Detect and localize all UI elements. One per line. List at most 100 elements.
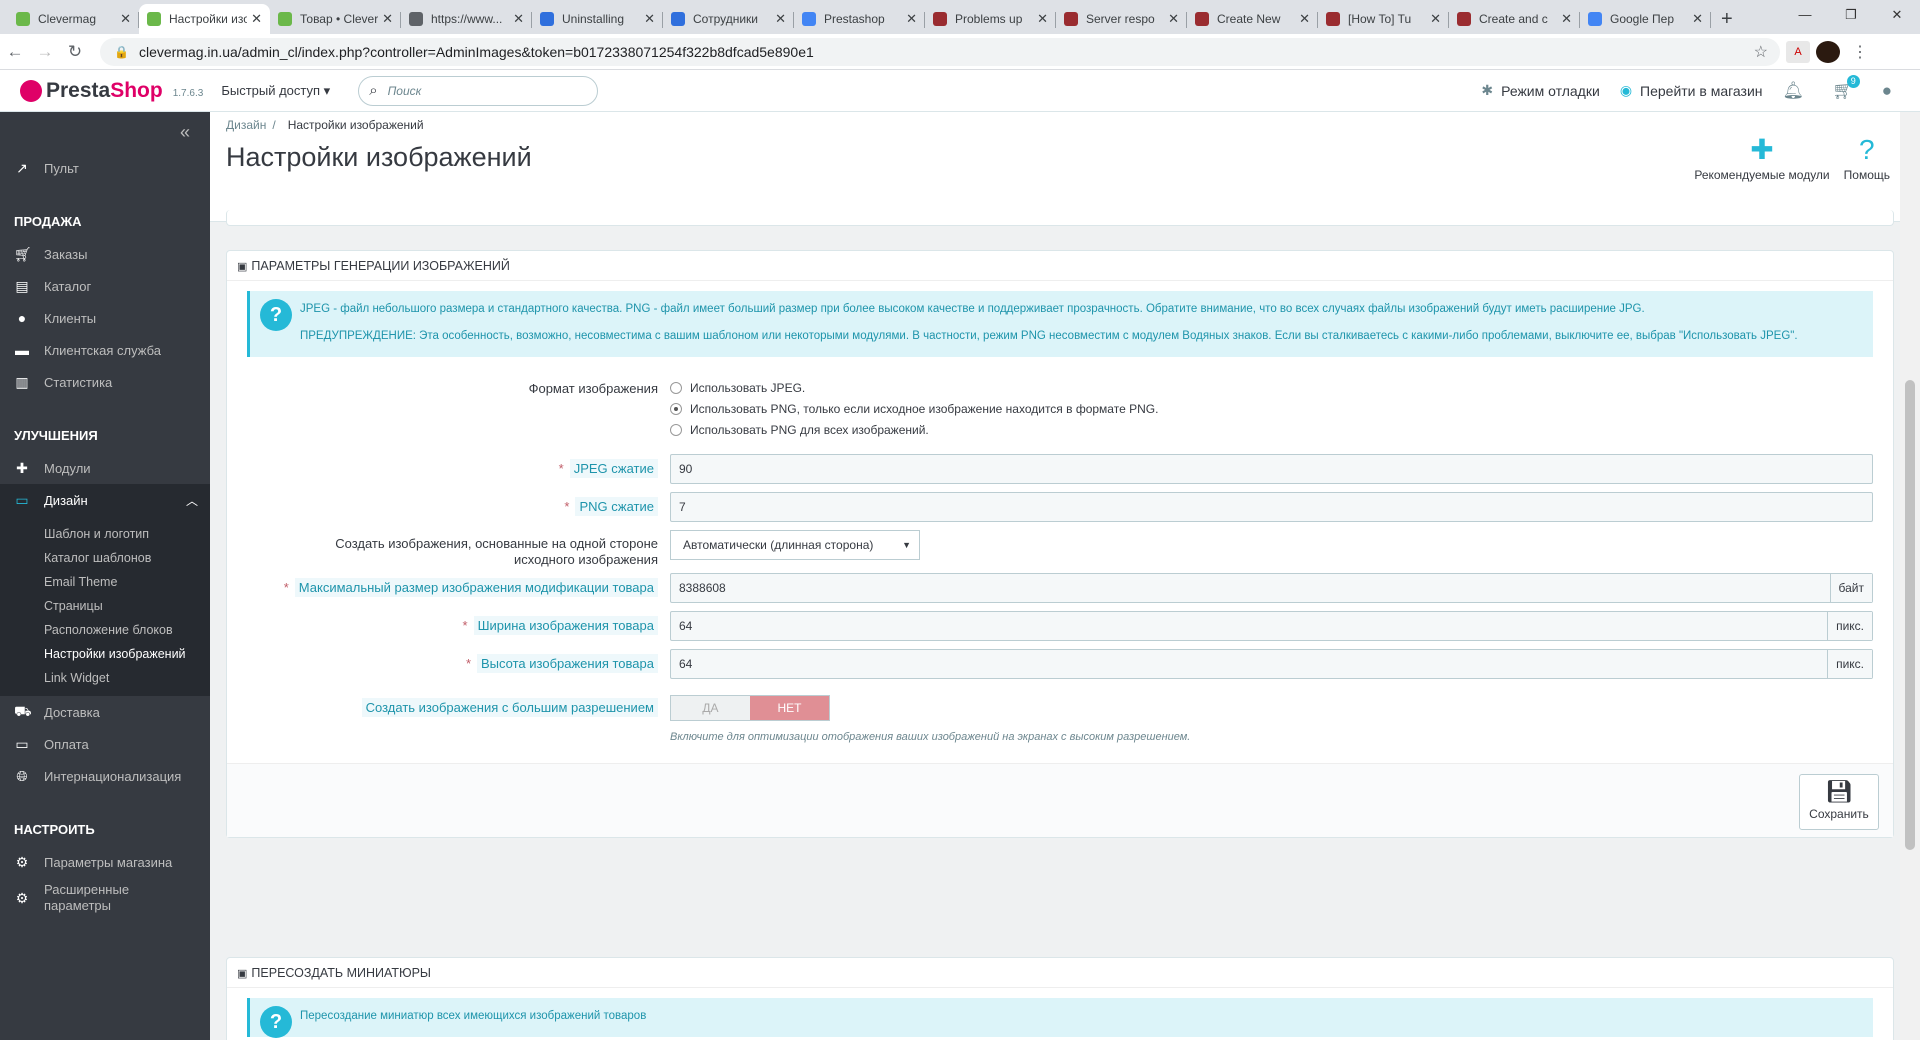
max-size-input[interactable]: 8388608 байт: [670, 573, 1873, 603]
browser-tab[interactable]: Create and c ✕: [1449, 4, 1580, 34]
png-quality-input[interactable]: 7: [670, 492, 1873, 522]
jpeg-quality-input[interactable]: 90: [670, 454, 1873, 484]
submenu-item-positions[interactable]: Расположение блоков: [0, 618, 210, 642]
browser-tab[interactable]: Сотрудники ✕: [663, 4, 794, 34]
pdf-extension-icon[interactable]: A: [1786, 40, 1810, 63]
reload-icon[interactable]: ↻: [60, 42, 90, 62]
prestashop-logo[interactable]: Presta Shop: [20, 79, 163, 103]
collapse-sidebar-icon[interactable]: «: [0, 112, 210, 152]
page-scrollbar[interactable]: [1900, 112, 1920, 1040]
globe-icon: 🌐︎: [16, 767, 28, 784]
submenu-item-link-widget[interactable]: Link Widget: [0, 666, 210, 690]
sidebar-item-dashboard[interactable]: ↗ Пульт: [0, 152, 210, 184]
orders-cart-icon[interactable]: 🛒︎ 9: [1832, 74, 1860, 101]
sidebar-item-payment[interactable]: ▭ Оплата: [0, 728, 210, 760]
radio-button[interactable]: [670, 424, 682, 436]
browser-tab[interactable]: [How To] Tu ✕: [1318, 4, 1449, 34]
info-text: Пересоздание миниатюр всех имеющихся изо…: [300, 1010, 647, 1022]
close-tab-icon[interactable]: ✕: [1430, 11, 1441, 27]
browser-tab[interactable]: Problems up ✕: [925, 4, 1056, 34]
browser-tab[interactable]: Prestashop ✕: [794, 4, 925, 34]
quick-access-dropdown[interactable]: Быстрый доступ ▾: [221, 83, 330, 99]
search-input[interactable]: ⌕ Поиск: [358, 75, 599, 106]
search-placeholder: Поиск: [387, 83, 422, 98]
submenu-item-image-settings[interactable]: Настройки изображений: [0, 642, 210, 666]
browser-tab[interactable]: https://www... ✕: [401, 4, 532, 34]
tab-favicon-icon: [1326, 12, 1340, 26]
logo-text-shop: Shop: [110, 78, 163, 102]
user-account-icon[interactable]: ●: [1882, 81, 1892, 101]
height-input[interactable]: 64 пикс.: [670, 649, 1873, 679]
help-button[interactable]: ? Помощь: [1844, 132, 1890, 182]
radio-png-all[interactable]: Использовать PNG для всех изображений.: [670, 423, 1873, 437]
recommended-modules-button[interactable]: ✚ Рекомендуемые модули: [1694, 132, 1829, 182]
browser-tab[interactable]: Create New ✕: [1187, 4, 1318, 34]
sidebar-item-stats[interactable]: ▥ Статистика: [0, 366, 210, 398]
browser-menu-icon[interactable]: ⋮: [1852, 42, 1868, 62]
sidebar-item-advanced-parameters[interactable]: ⚙ Расширенные параметры: [0, 878, 210, 918]
sidebar-item-design[interactable]: ▭ Дизайн ︿: [0, 484, 210, 516]
notifications-bell-icon[interactable]: 🔔︎: [1783, 81, 1805, 101]
close-tab-icon[interactable]: ✕: [906, 11, 917, 27]
hires-switch[interactable]: ДА НЕТ: [670, 695, 830, 721]
maximize-icon[interactable]: ❐: [1828, 0, 1874, 32]
help-icon: ?: [260, 299, 292, 331]
save-button[interactable]: 💾︎ Сохранить: [1799, 774, 1879, 830]
submenu-item-theme-catalog[interactable]: Каталог шаблонов: [0, 546, 210, 570]
visit-shop-link[interactable]: ◉ Перейти в магазин: [1620, 82, 1763, 99]
sidebar-item-international[interactable]: 🌐︎ Интернационализация: [0, 760, 210, 792]
close-tab-icon[interactable]: ✕: [775, 11, 786, 27]
close-tab-icon[interactable]: ✕: [644, 11, 655, 27]
sidebar-item-catalog[interactable]: ▤ Каталог: [0, 270, 210, 302]
radio-button[interactable]: [670, 382, 682, 394]
radio-png-if-png[interactable]: Использовать PNG, только если исходное и…: [670, 402, 1873, 416]
sidebar-item-modules[interactable]: ✚ Модули: [0, 452, 210, 484]
radio-button-checked[interactable]: [670, 403, 682, 415]
sidebar-item-shipping[interactable]: ⛟ Доставка: [0, 696, 210, 728]
scrollbar-thumb[interactable]: [1905, 380, 1915, 850]
close-tab-icon[interactable]: ✕: [1299, 11, 1310, 27]
close-tab-icon[interactable]: ✕: [382, 11, 393, 27]
close-window-icon[interactable]: ✕: [1874, 0, 1920, 32]
radio-label: Использовать JPEG.: [690, 381, 806, 395]
profile-avatar[interactable]: [1816, 40, 1840, 63]
radio-label: Использовать PNG, только если исходное и…: [690, 402, 1159, 416]
basket-icon: 🛒︎: [14, 245, 32, 262]
generate-side-select[interactable]: Автоматически (длинная сторона) ▼: [670, 530, 920, 560]
browser-tab[interactable]: Server respo ✕: [1056, 4, 1187, 34]
close-tab-icon[interactable]: ✕: [120, 11, 131, 27]
sidebar-item-customers[interactable]: ● Клиенты: [0, 302, 210, 334]
browser-tab[interactable]: Uninstalling ✕: [532, 4, 663, 34]
close-tab-icon[interactable]: ✕: [1561, 11, 1572, 27]
close-tab-icon[interactable]: ✕: [1037, 11, 1048, 27]
browser-tab[interactable]: Google Пер ✕: [1580, 4, 1711, 34]
sidebar-item-customer-service[interactable]: ▬ Клиентская служба: [0, 334, 210, 366]
close-tab-icon[interactable]: ✕: [513, 11, 524, 27]
minimize-icon[interactable]: —: [1782, 0, 1828, 32]
submenu-item-email-theme[interactable]: Email Theme: [0, 570, 210, 594]
bookmark-star-icon[interactable]: ☆: [1754, 42, 1768, 62]
close-tab-icon[interactable]: ✕: [1168, 11, 1179, 27]
warning-text: ПРЕДУПРЕЖДЕНИЕ: Эта особенность, возможн…: [300, 330, 1798, 342]
submenu-item-pages[interactable]: Страницы: [0, 594, 210, 618]
new-tab-icon[interactable]: +: [1721, 4, 1733, 34]
browser-tab[interactable]: Clevermag ✕: [8, 4, 139, 34]
forward-icon[interactable]: →: [30, 42, 60, 62]
sidebar-item-orders[interactable]: 🛒︎ Заказы: [0, 238, 210, 270]
url-input[interactable]: 🔒 clevermag.in.ua/admin_cl/index.php?con…: [100, 37, 1780, 66]
width-input[interactable]: 64 пикс.: [670, 611, 1873, 641]
switch-yes[interactable]: ДА: [671, 696, 750, 720]
debug-mode-link[interactable]: ✱ Режим отладки: [1481, 82, 1599, 99]
settings-applications-icon: ⚙: [15, 889, 29, 906]
png-quality-row: * PNG сжатие 7: [227, 492, 1893, 522]
sidebar-item-shop-parameters[interactable]: ⚙ Параметры магазина: [0, 846, 210, 878]
close-tab-icon[interactable]: ✕: [1692, 11, 1703, 27]
browser-tab[interactable]: Настройки изображений✕: [139, 4, 270, 34]
radio-use-jpeg[interactable]: Использовать JPEG.: [670, 381, 1873, 395]
breadcrumb-parent[interactable]: Дизайн: [226, 118, 266, 132]
browser-tab[interactable]: Товар • Clevermag✕: [270, 4, 401, 34]
close-tab-icon[interactable]: ✕: [251, 11, 262, 27]
switch-no[interactable]: НЕТ: [750, 696, 829, 720]
submenu-item-theme-logo[interactable]: Шаблон и логотип: [0, 522, 210, 546]
back-icon[interactable]: ←: [0, 42, 30, 62]
